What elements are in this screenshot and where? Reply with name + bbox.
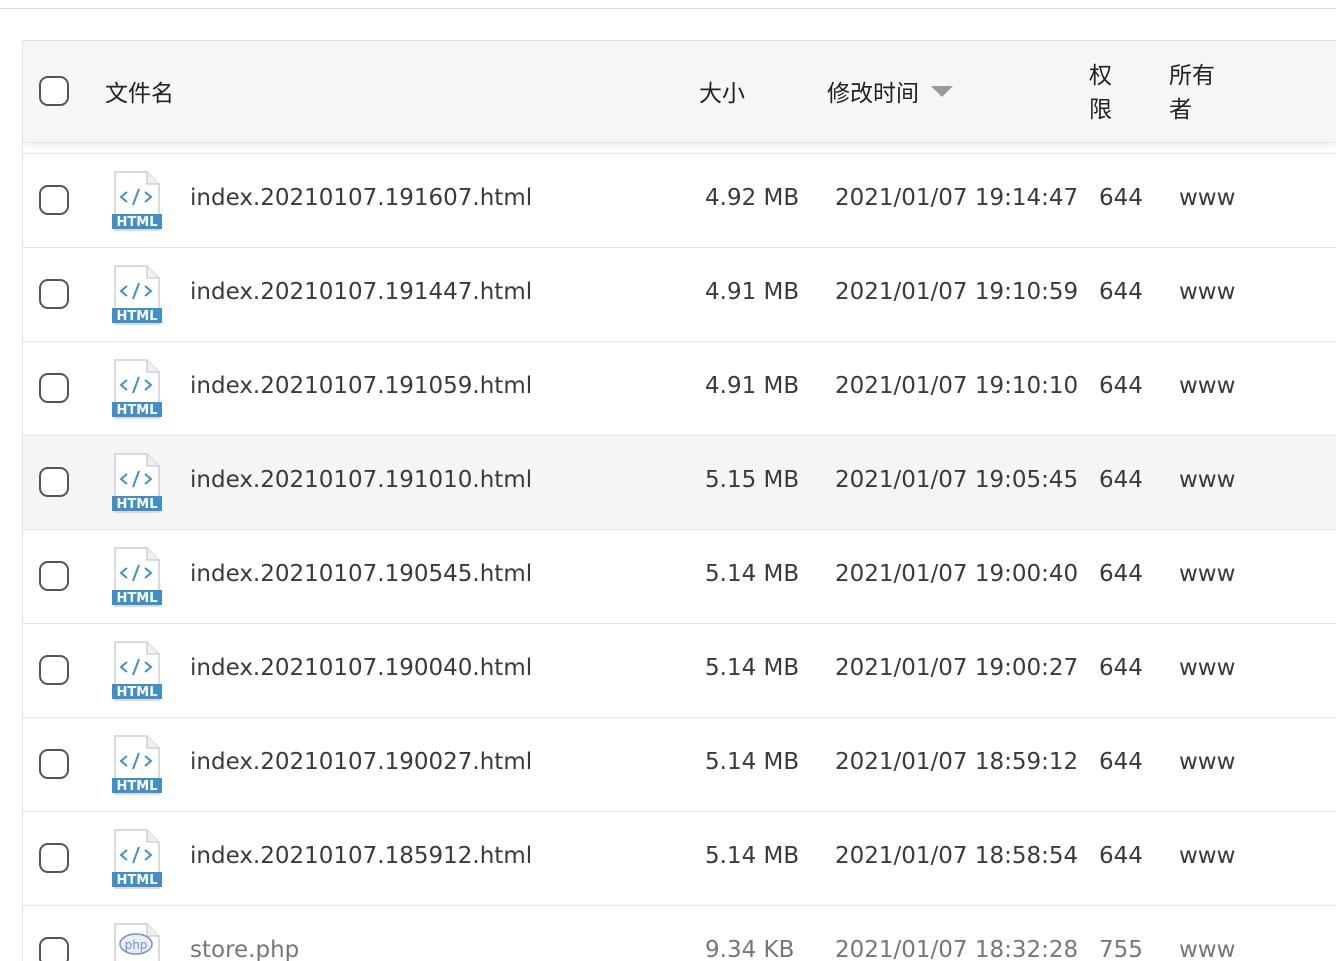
html-icon-label: HTML (117, 779, 158, 794)
sort-desc-icon[interactable] (931, 85, 953, 97)
file-permission[interactable]: 644 (1099, 655, 1143, 681)
file-owner[interactable]: www (1179, 373, 1235, 399)
file-size: 4.92 MB (705, 185, 800, 211)
file-row[interactable]: HTML index.20210107.190040.html 5.14 MB 202… (23, 624, 1336, 718)
file-name[interactable]: index.20210107.190545.html (190, 561, 532, 587)
column-header-owner[interactable]: 所有 者 (1169, 59, 1221, 127)
file-list: HTML index.20210107.191607.html 4.92 MB 202… (23, 153, 1336, 961)
file-mtime: 2021/01/07 19:05:45 (835, 467, 1079, 493)
column-header-name[interactable]: 文件名 (105, 74, 174, 108)
file-size: 5.14 MB (705, 561, 800, 587)
file-row[interactable]: HTML index.20210107.190545.html 5.14 MB 202… (23, 530, 1336, 624)
file-row[interactable]: HTML index.20210107.190027.html 5.14 MB 202… (23, 718, 1336, 812)
file-permission[interactable]: 644 (1099, 561, 1143, 587)
file-permission[interactable]: 644 (1099, 749, 1143, 775)
file-permission[interactable]: 644 (1099, 279, 1143, 305)
row-checkbox[interactable] (39, 749, 69, 779)
file-name[interactable]: index.20210107.191607.html (190, 185, 532, 211)
html-icon-label: HTML (117, 497, 158, 512)
html-file-icon[interactable]: HTML (109, 734, 163, 796)
row-checkbox[interactable] (39, 937, 69, 961)
html-icon-label: HTML (117, 309, 158, 324)
file-row[interactable]: php store.php 9.34 KB 2021/01/07 18:32:28 75… (23, 906, 1336, 961)
row-checkbox[interactable] (39, 279, 69, 309)
file-permission[interactable]: 644 (1099, 373, 1143, 399)
row-checkbox[interactable] (39, 373, 69, 403)
file-table-header: 文件名 大小 修改时间 权 限 所有 者 (23, 40, 1336, 143)
file-name[interactable]: index.20210107.190040.html (190, 655, 532, 681)
column-header-mtime[interactable]: 修改时间 (827, 74, 953, 108)
file-row[interactable]: HTML index.20210107.191607.html 4.92 MB 202… (23, 153, 1336, 248)
file-owner[interactable]: www (1179, 185, 1235, 211)
row-checkbox[interactable] (39, 185, 69, 215)
column-header-mtime-label: 修改时间 (827, 81, 919, 107)
file-row[interactable]: HTML index.20210107.191010.html 5.15 MB 202… (23, 436, 1336, 530)
file-row[interactable]: HTML index.20210107.191447.html 4.91 MB 202… (23, 248, 1336, 342)
file-size: 5.14 MB (705, 749, 800, 775)
file-mtime: 2021/01/07 18:59:12 (835, 749, 1079, 775)
file-permission[interactable]: 644 (1099, 185, 1143, 211)
file-name[interactable]: index.20210107.191447.html (190, 279, 532, 305)
file-owner[interactable]: www (1179, 467, 1235, 493)
column-header-owner-line2: 者 (1169, 97, 1192, 123)
file-permission[interactable]: 644 (1099, 467, 1143, 493)
file-mtime: 2021/01/07 19:00:40 (835, 561, 1079, 587)
file-table: 文件名 大小 修改时间 权 限 所有 者 HTML index.20210107.… (22, 40, 1336, 961)
php-file-icon[interactable]: php (109, 922, 163, 961)
column-header-permission-line1: 权 (1089, 63, 1112, 89)
html-file-icon[interactable]: HTML (109, 546, 163, 608)
column-header-permission-line2: 限 (1089, 97, 1112, 123)
row-checkbox[interactable] (39, 561, 69, 591)
file-permission[interactable]: 644 (1099, 843, 1143, 869)
file-size: 5.15 MB (705, 467, 800, 493)
file-row[interactable]: HTML index.20210107.191059.html 4.91 MB 202… (23, 342, 1336, 436)
file-owner[interactable]: www (1179, 749, 1235, 775)
row-checkbox[interactable] (39, 467, 69, 497)
file-size: 9.34 KB (705, 937, 795, 961)
file-owner[interactable]: www (1179, 843, 1235, 869)
file-mtime: 2021/01/07 18:58:54 (835, 843, 1079, 869)
file-permission[interactable]: 755 (1099, 937, 1143, 961)
column-header-permission[interactable]: 权 限 (1089, 59, 1119, 127)
file-owner[interactable]: www (1179, 937, 1235, 961)
file-owner[interactable]: www (1179, 655, 1235, 681)
html-icon-label: HTML (117, 873, 158, 888)
column-header-size[interactable]: 大小 (699, 74, 745, 108)
html-file-icon[interactable]: HTML (109, 358, 163, 420)
row-checkbox[interactable] (39, 843, 69, 873)
html-file-icon[interactable]: HTML (109, 452, 163, 514)
file-size: 4.91 MB (705, 373, 800, 399)
file-mtime: 2021/01/07 19:14:47 (835, 185, 1079, 211)
file-size: 5.14 MB (705, 843, 800, 869)
file-name[interactable]: index.20210107.191059.html (190, 373, 532, 399)
html-file-icon[interactable]: HTML (109, 828, 163, 890)
file-mtime: 2021/01/07 19:10:59 (835, 279, 1079, 305)
column-header-owner-line1: 所有 (1169, 63, 1215, 89)
file-name[interactable]: index.20210107.190027.html (190, 749, 532, 775)
top-strip (0, 0, 1336, 9)
file-name[interactable]: store.php (190, 937, 299, 961)
file-mtime: 2021/01/07 19:10:10 (835, 373, 1079, 399)
file-row[interactable]: HTML index.20210107.185912.html 5.14 MB 202… (23, 812, 1336, 906)
html-icon-label: HTML (117, 403, 158, 418)
file-name[interactable]: index.20210107.191010.html (190, 467, 532, 493)
file-mtime: 2021/01/07 19:00:27 (835, 655, 1079, 681)
file-owner[interactable]: www (1179, 561, 1235, 587)
html-icon-label: HTML (117, 591, 158, 606)
select-all-checkbox[interactable] (39, 76, 69, 106)
file-name[interactable]: index.20210107.185912.html (190, 843, 532, 869)
row-checkbox[interactable] (39, 655, 69, 685)
html-icon-label: HTML (117, 685, 158, 700)
html-file-icon[interactable]: HTML (109, 170, 163, 232)
file-size: 5.14 MB (705, 655, 800, 681)
html-icon-label: HTML (117, 215, 158, 230)
file-size: 4.91 MB (705, 279, 800, 305)
file-mtime: 2021/01/07 18:32:28 (835, 937, 1079, 961)
html-file-icon[interactable]: HTML (109, 640, 163, 702)
html-file-icon[interactable]: HTML (109, 264, 163, 326)
php-icon-label: php (125, 938, 148, 952)
file-owner[interactable]: www (1179, 279, 1235, 305)
